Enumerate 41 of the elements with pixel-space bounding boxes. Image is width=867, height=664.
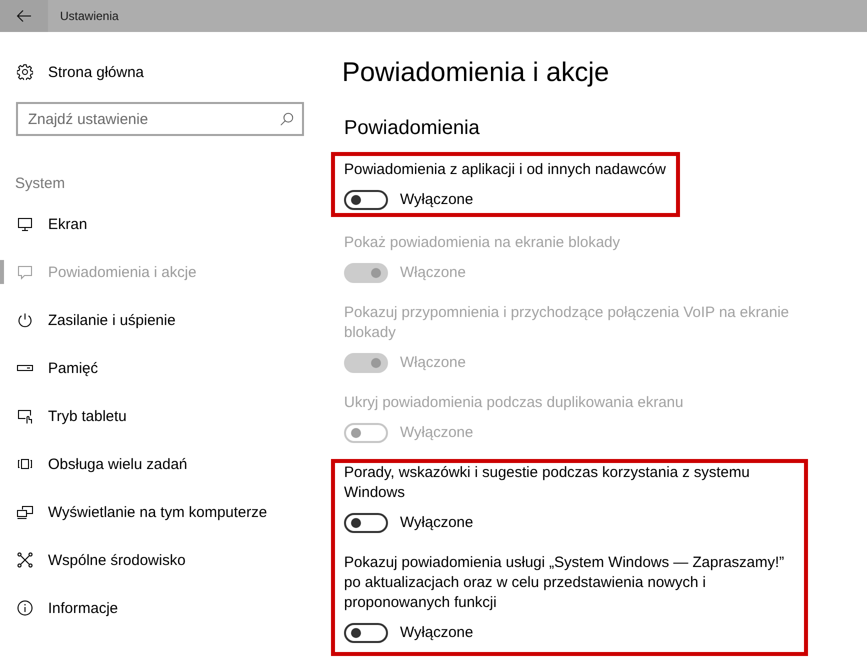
setting-label: Ukryj powiadomienia podczas duplikowania ekranu <box>344 393 684 413</box>
multitasking-icon <box>17 456 33 472</box>
section-title: Powiadomienia <box>344 116 480 141</box>
speech-bubble-icon <box>17 264 33 280</box>
two-screens-icon <box>17 504 33 520</box>
nav-item[interactable]: Wyświetlanie na tym komputerze <box>0 488 274 536</box>
info-icon <box>17 600 33 616</box>
home-link[interactable]: Strona główna <box>17 62 144 82</box>
tablet-touch-icon <box>17 408 33 424</box>
nav-item[interactable]: Wspólne środowisko <box>0 536 192 584</box>
left-arrow-icon <box>16 8 32 24</box>
toggle-state-label: Włączone <box>400 353 466 373</box>
monitor-icon <box>17 216 33 232</box>
toggle-state-label: Włączone <box>400 263 466 283</box>
setting-label: Pokaż powiadomienia na ekranie blokady <box>344 233 620 253</box>
toggle-state-label: Wyłączone <box>400 623 474 643</box>
nav-item[interactable]: Informacje <box>0 584 124 632</box>
page-title: Powiadomienia i akcje <box>342 56 610 88</box>
selection-indicator <box>0 260 4 284</box>
toggle-switch[interactable] <box>344 623 388 643</box>
nav-item[interactable]: Obsługa wielu zadań <box>0 440 194 488</box>
toggle-state-label: Wyłączone <box>400 423 474 443</box>
gear-icon <box>17 64 33 80</box>
shared-nodes-icon <box>17 552 33 568</box>
nav-item[interactable]: Ekran <box>0 200 94 248</box>
nav-item[interactable]: Pamięć <box>0 344 104 392</box>
nav-item[interactable]: Zasilanie i uśpienie <box>0 296 182 344</box>
toggle-state-label: Wyłączone <box>400 513 474 533</box>
setting-label: Powiadomienia z aplikacji i od innych nadawców <box>344 160 666 180</box>
toggle-state-label: Wyłączone <box>400 190 474 210</box>
nav-item[interactable]: Tryb tabletu <box>0 392 133 440</box>
setting-label: Pokazuj powiadomienia usługi „System Windows — Zapraszamy!” po aktualizacjach oraz w celu przedstawienia nowych i proponowanych funkcji <box>344 553 786 613</box>
window-title: Ustawienia <box>60 9 119 23</box>
toggle-switch[interactable] <box>344 513 388 533</box>
search-icon <box>280 112 294 126</box>
toggle-switch[interactable] <box>344 190 388 210</box>
setting-label: Porady, wskazówki i sugestie podczas korzystania z systemu Windows <box>344 463 751 503</box>
search-field[interactable]: Znajdź ustawienie <box>16 102 304 136</box>
power-icon <box>17 312 33 328</box>
setting-label: Pokazuj przypomnienia i przychodzące połączenia VoIP na ekranie blokady <box>344 303 790 343</box>
section-label: System <box>15 174 66 194</box>
